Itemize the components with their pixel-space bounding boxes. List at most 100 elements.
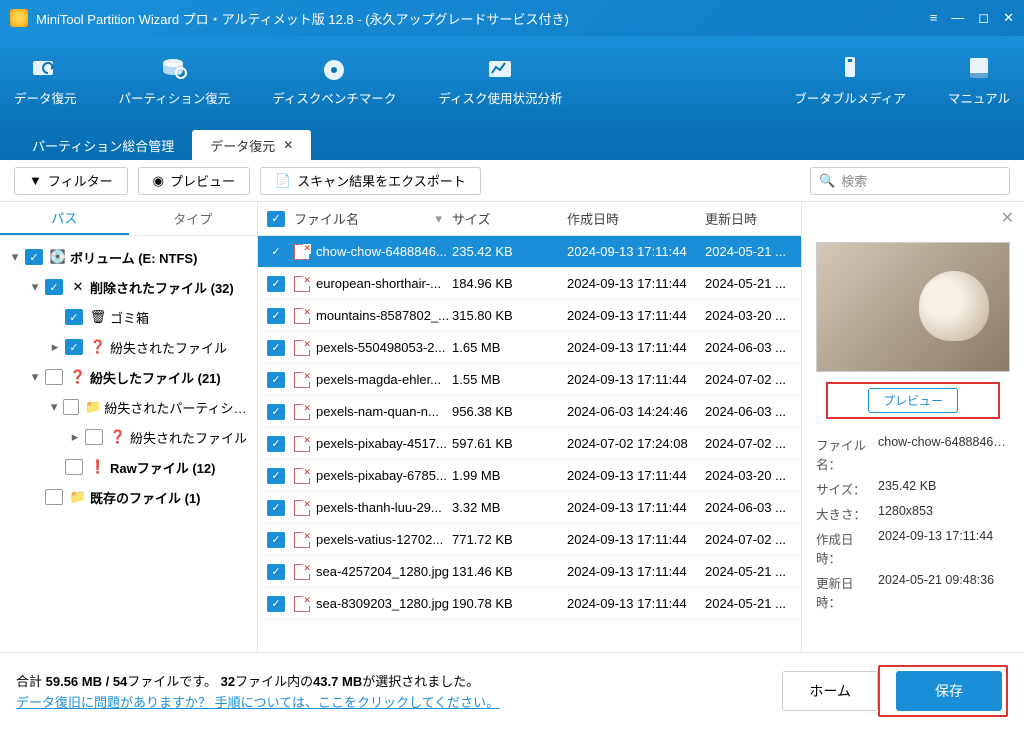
file-row[interactable]: ✓chow-chow-6488846...235.42 KB2024-09-13…: [258, 236, 801, 268]
tab-partition-management[interactable]: パーティション総合管理: [14, 130, 192, 160]
expand-icon[interactable]: ▾: [28, 279, 42, 295]
row-checkbox[interactable]: ✓: [267, 436, 285, 452]
tree-folder-icon: ❓: [109, 429, 127, 445]
tree-folder-icon: ✕: [69, 279, 87, 295]
home-button[interactable]: ホーム: [782, 671, 878, 711]
preview-panel: ✕ プレビュー ファイル名： chow-chow-6488846_128 サイズ…: [801, 202, 1024, 652]
tree-row[interactable]: ▸✓❓紛失されたファイル: [0, 332, 257, 362]
footer-summary: 合計 59.56 MB / 54ファイルです。 32ファイル内の43.7 MBが…: [16, 671, 770, 690]
row-checkbox[interactable]: ✓: [267, 372, 285, 388]
preview-open-button[interactable]: プレビュー: [868, 388, 958, 413]
expand-icon[interactable]: ▸: [48, 339, 62, 355]
data-recovery-icon: [28, 54, 62, 82]
minimize-icon[interactable]: —: [951, 10, 964, 26]
save-button[interactable]: 保存: [896, 671, 1002, 711]
tree-row[interactable]: ▾✓ ✕削除されたファイル (32): [0, 272, 257, 302]
column-updated[interactable]: 更新日時: [705, 209, 801, 228]
file-icon: [294, 500, 310, 516]
tree-checkbox[interactable]: [85, 429, 103, 445]
tree-row[interactable]: 📁既存のファイル (1): [0, 482, 257, 512]
file-size: 597.61 KB: [452, 436, 567, 451]
file-row[interactable]: ✓pexels-pixabay-6785...1.99 MB2024-09-13…: [258, 460, 801, 492]
expand-icon[interactable]: ▾: [8, 249, 22, 265]
search-input[interactable]: 🔍 検索: [810, 167, 1010, 195]
file-row[interactable]: ✓pexels-thanh-luu-29...3.32 MB2024-09-13…: [258, 492, 801, 524]
file-row[interactable]: ✓pexels-pixabay-4517...597.61 KB2024-07-…: [258, 428, 801, 460]
file-size: 771.72 KB: [452, 532, 567, 547]
file-row[interactable]: ✓pexels-vatius-12702...771.72 KB2024-09-…: [258, 524, 801, 556]
file-row[interactable]: ✓pexels-550498053-2...1.65 MB2024-09-13 …: [258, 332, 801, 364]
tree-checkbox[interactable]: [63, 399, 79, 415]
expand-icon[interactable]: ▸: [68, 429, 82, 445]
toolbar-label: ディスクベンチマーク: [272, 88, 396, 107]
file-row[interactable]: ✓sea-4257204_1280.jpg131.46 KB2024-09-13…: [258, 556, 801, 588]
menu-icon[interactable]: ≡: [930, 10, 938, 26]
file-name: pexels-thanh-luu-29...: [316, 500, 442, 515]
row-checkbox[interactable]: ✓: [267, 468, 285, 484]
tree-row[interactable]: ✓🗑ゴミ箱: [0, 302, 257, 332]
expand-icon[interactable]: ▾: [28, 369, 42, 385]
file-row[interactable]: ✓european-shorthair-...184.96 KB2024-09-…: [258, 268, 801, 300]
preview-close-icon[interactable]: ✕: [1001, 208, 1014, 228]
tab-data-recovery[interactable]: データ復元 ✕: [192, 130, 311, 160]
column-created[interactable]: 作成日時: [567, 209, 705, 228]
row-checkbox[interactable]: ✓: [267, 340, 285, 356]
tree-checkbox[interactable]: [45, 489, 63, 505]
tree-row[interactable]: ▾📁紛失されたパーティション...: [0, 392, 257, 422]
file-size: 315.80 KB: [452, 308, 567, 323]
file-row[interactable]: ✓pexels-nam-quan-n...956.38 KB2024-06-03…: [258, 396, 801, 428]
header-checkbox[interactable]: ✓: [267, 211, 285, 227]
toolbar-partition-recovery[interactable]: パーティション復元: [119, 54, 231, 107]
row-checkbox[interactable]: ✓: [267, 308, 285, 324]
tree-label: 削除されたファイル (32): [90, 278, 234, 297]
tree-checkbox[interactable]: ✓: [65, 339, 83, 355]
file-created: 2024-09-13 17:11:44: [567, 276, 705, 291]
row-checkbox[interactable]: ✓: [267, 276, 285, 292]
tree-checkbox[interactable]: ✓: [45, 279, 63, 295]
tabs-row: パーティション総合管理 データ復元 ✕: [0, 124, 1024, 160]
preview-button[interactable]: ◉ プレビュー: [138, 167, 250, 195]
column-filename[interactable]: ファイル名▾: [294, 209, 452, 228]
toolbar-manual[interactable]: マニュアル: [948, 54, 1010, 107]
filter-button[interactable]: ▼ フィルター: [14, 167, 128, 195]
toolbar-data-recovery[interactable]: データ復元: [14, 54, 77, 107]
maximize-icon[interactable]: ◻: [978, 10, 989, 26]
file-created: 2024-09-13 17:11:44: [567, 468, 705, 483]
toolbar-bootable-media[interactable]: ブータブルメディア: [794, 54, 906, 107]
tree-folder-icon: 📁: [85, 399, 101, 415]
tree-tab-path[interactable]: パス: [0, 202, 129, 235]
tree-checkbox[interactable]: [65, 459, 83, 475]
file-updated: 2024-03-20 ...: [705, 468, 801, 483]
tree-row[interactable]: ▾❓紛失したファイル (21): [0, 362, 257, 392]
row-checkbox[interactable]: ✓: [267, 404, 285, 420]
row-checkbox[interactable]: ✓: [267, 244, 285, 260]
tree-row[interactable]: ▾✓💽ボリューム (E: NTFS): [0, 242, 257, 272]
tree-checkbox[interactable]: [45, 369, 63, 385]
tree-checkbox[interactable]: ✓: [25, 249, 43, 265]
tree-tab-type[interactable]: タイプ: [129, 202, 258, 235]
app-logo-icon: [10, 9, 28, 27]
toolbar-label: ブータブルメディア: [794, 88, 906, 107]
close-icon[interactable]: ✕: [1003, 10, 1014, 26]
row-checkbox[interactable]: ✓: [267, 500, 285, 516]
file-row[interactable]: ✓pexels-magda-ehler...1.55 MB2024-09-13 …: [258, 364, 801, 396]
row-checkbox[interactable]: ✓: [267, 564, 285, 580]
tree-row[interactable]: ▸ ❓紛失されたファイル: [0, 422, 257, 452]
file-updated: 2024-05-21 ...: [705, 596, 801, 611]
file-created: 2024-09-13 17:11:44: [567, 308, 705, 323]
toolbar-disk-benchmark[interactable]: ディスクベンチマーク: [272, 54, 396, 107]
column-size[interactable]: サイズ: [452, 209, 567, 228]
tree-checkbox[interactable]: ✓: [65, 309, 83, 325]
export-button[interactable]: 📄 スキャン結果をエクスポート: [260, 167, 481, 195]
manual-icon: [962, 54, 996, 82]
tree-label: 紛失されたファイル: [130, 428, 247, 447]
tab-close-icon[interactable]: ✕: [283, 138, 293, 152]
toolbar-space-analyzer[interactable]: ディスク使用状況分析: [438, 54, 562, 107]
row-checkbox[interactable]: ✓: [267, 596, 285, 612]
row-checkbox[interactable]: ✓: [267, 532, 285, 548]
tree-row[interactable]: ❗Rawファイル (12): [0, 452, 257, 482]
file-row[interactable]: ✓sea-8309203_1280.jpg190.78 KB2024-09-13…: [258, 588, 801, 620]
footer-help-link[interactable]: データ復旧に問題がありますか？ 手順については、ここをクリックしてください。: [16, 695, 499, 710]
file-row[interactable]: ✓mountains-8587802_...315.80 KB2024-09-1…: [258, 300, 801, 332]
expand-icon[interactable]: ▾: [48, 399, 60, 415]
